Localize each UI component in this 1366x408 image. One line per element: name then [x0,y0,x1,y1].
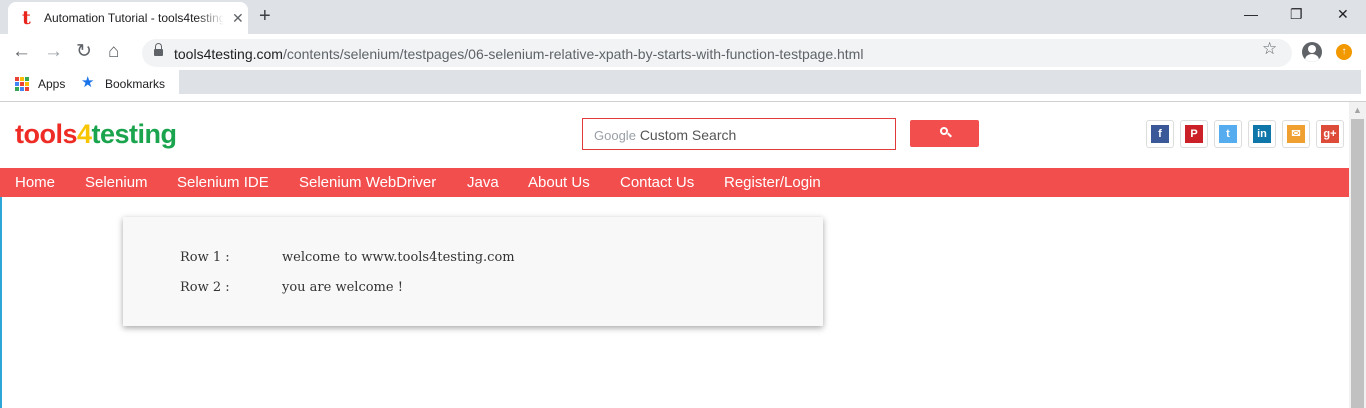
nav-home[interactable]: Home [15,174,55,191]
left-accent-border [0,197,2,408]
nav-selenium-webdriver[interactable]: Selenium WebDriver [299,174,436,191]
row-1-value: welcome to www.tools4testing.com [282,250,515,265]
nav-register-login[interactable]: Register/Login [724,174,821,191]
vertical-scrollbar[interactable]: ▲ [1349,102,1366,408]
new-tab-icon[interactable]: + [259,6,271,26]
apps-bookmark[interactable]: Apps [38,77,65,91]
twitter-link[interactable]: t [1214,120,1242,148]
content-card: Row 1 : welcome to www.tools4testing.com… [123,217,823,326]
home-icon[interactable]: ⌂ [108,41,119,63]
bookmarks-empty-area [179,70,1361,94]
nav-selenium[interactable]: Selenium [85,174,148,191]
twitter-icon: t [1219,125,1237,143]
row-2-value: you are welcome ! [282,280,403,295]
row-1-label: Row 1 : [180,250,230,265]
linkedin-icon: in [1253,125,1271,143]
scroll-up-icon[interactable]: ▲ [1353,105,1362,115]
nav-contact-us[interactable]: Contact Us [620,174,694,191]
search-input[interactable]: Google Custom Search [582,118,896,150]
tab-strip: t Automation Tutorial - tools4testing ✕ … [0,0,1366,34]
email-link[interactable]: ✉ [1282,120,1310,148]
search-placeholder: Google Custom Search [594,127,737,143]
browser-toolbar: ← → ↻ ⌂ tools4testing.com/contents/selen… [0,34,1366,70]
row-2-label: Row 2 : [180,280,230,295]
star-icon: ★ [81,74,95,91]
url-text[interactable]: tools4testing.com/contents/selenium/test… [174,46,863,62]
close-icon[interactable]: ✕ [232,11,244,25]
window-close-icon[interactable]: ✕ [1337,6,1349,22]
facebook-link[interactable]: f [1146,120,1174,148]
apps-icon[interactable] [15,77,29,91]
linkedin-link[interactable]: in [1248,120,1276,148]
lock-icon [154,43,163,57]
bookmarks-bar: Apps ★ Bookmarks [0,70,1366,98]
minimize-icon[interactable]: — [1244,6,1258,22]
facebook-icon: f [1151,125,1169,143]
address-bar[interactable]: tools4testing.com/contents/selenium/test… [142,39,1292,67]
site-logo[interactable]: tools4testing [15,118,177,150]
search-button[interactable] [910,120,979,147]
favicon-icon: t [22,7,31,29]
browser-tab[interactable]: t Automation Tutorial - tools4testing ✕ [8,2,248,34]
profile-icon[interactable] [1302,42,1322,62]
nav-java[interactable]: Java [467,174,499,191]
pinterest-icon: P [1185,125,1203,143]
restore-icon[interactable]: ❐ [1290,6,1303,22]
bookmarks-folder[interactable]: Bookmarks [105,77,165,91]
google-plus-icon: g+ [1321,125,1339,143]
back-icon[interactable]: ← [12,41,31,63]
pinterest-link[interactable]: P [1180,120,1208,148]
forward-icon[interactable]: → [44,41,63,63]
email-icon: ✉ [1287,125,1305,143]
tab-title: Automation Tutorial - tools4testing [44,11,224,25]
scrollbar-thumb[interactable] [1351,119,1364,408]
google-plus-link[interactable]: g+ [1316,120,1344,148]
nav-selenium-ide[interactable]: Selenium IDE [177,174,269,191]
nav-about-us[interactable]: About Us [528,174,590,191]
bookmark-star-icon[interactable]: ☆ [1262,39,1277,59]
extension-icon[interactable]: ↑ [1336,44,1352,60]
page-viewport: tools4testing Google Custom Search f Pt in… [0,102,1366,408]
reload-icon[interactable]: ↻ [76,41,92,63]
main-nav: Home Selenium Selenium IDE Selenium WebDriv… [0,168,1349,197]
